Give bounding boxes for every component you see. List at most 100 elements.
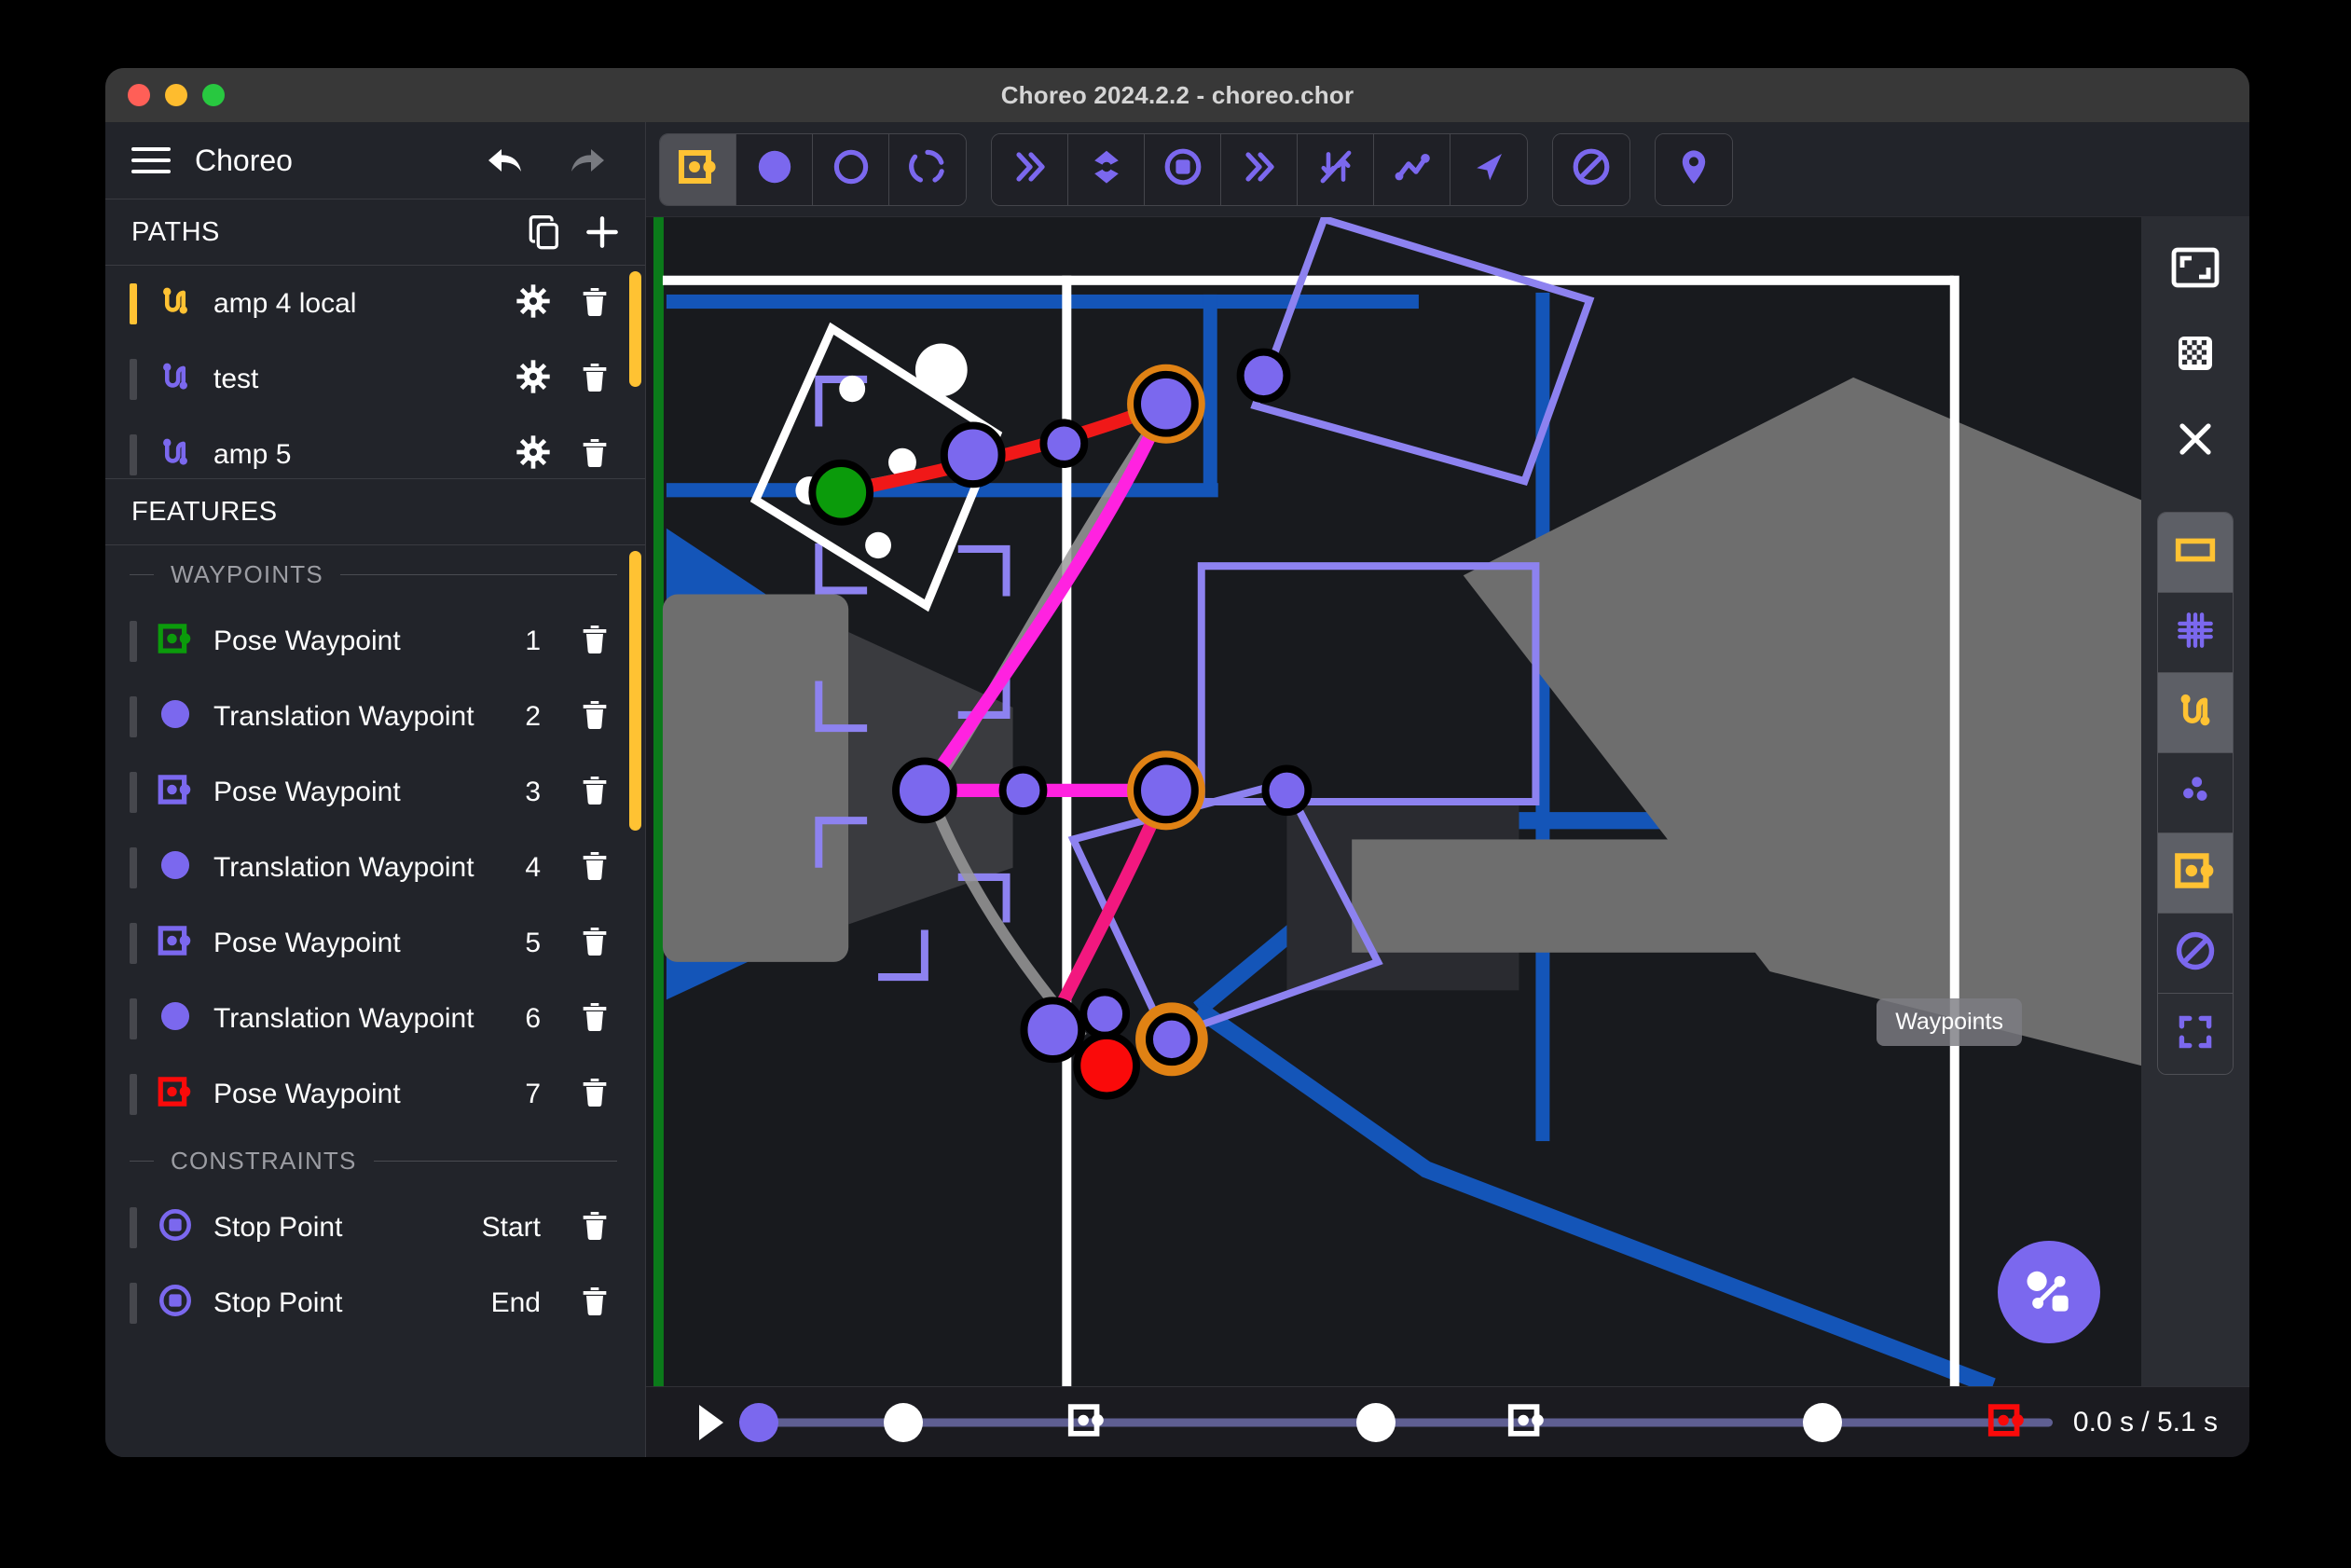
samples-toggle[interactable] — [2158, 753, 2233, 833]
path-delete-icon[interactable] — [576, 282, 613, 324]
close-icon[interactable] — [2165, 413, 2226, 465]
empty-waypoint-button[interactable] — [813, 133, 889, 205]
timeline-dot — [1803, 1402, 1843, 1442]
toolbar-group — [659, 132, 967, 206]
features-scrollbar-thumb[interactable] — [629, 551, 641, 831]
waypoint-index: 2 — [525, 700, 541, 732]
toolbar-group — [1655, 132, 1733, 206]
no-rotation-icon — [1313, 144, 1358, 194]
paths-section-header: PATHS — [105, 199, 645, 266]
timeline-marker-translation[interactable] — [884, 1402, 924, 1442]
field-canvas[interactable]: Waypoints — [646, 217, 2141, 1386]
field-view-toggle[interactable] — [2158, 513, 2233, 593]
waypoint-row[interactable]: Pose Waypoint 1 — [105, 603, 645, 679]
waypoint-row[interactable]: Pose Waypoint 3 — [105, 754, 645, 830]
waypoint-delete-icon[interactable] — [576, 695, 613, 737]
constraint-delete-icon[interactable] — [576, 1282, 613, 1324]
path-delete-icon[interactable] — [576, 358, 613, 400]
timeline-marker-pose[interactable] — [1066, 1398, 1108, 1446]
path-settings-icon[interactable] — [515, 433, 552, 475]
path-settings-icon[interactable] — [515, 282, 552, 324]
constraint-delete-icon[interactable] — [576, 1206, 613, 1248]
maximize-window-button[interactable] — [202, 84, 225, 106]
path-name: test — [213, 363, 259, 394]
waypoint-delete-icon[interactable] — [576, 771, 613, 813]
toolbar-group — [1552, 132, 1630, 206]
waypoint-delete-icon[interactable] — [576, 922, 613, 964]
constraint-row[interactable]: Stop Point Start — [105, 1190, 645, 1265]
waypoint-row[interactable]: Pose Waypoint 5 — [105, 905, 645, 981]
path-settings-icon[interactable] — [515, 358, 552, 400]
trajectory-toggle[interactable] — [2158, 673, 2233, 753]
sample-dot-c — [998, 765, 1048, 816]
add-path-button[interactable] — [582, 212, 623, 253]
timeline-marker-playhead[interactable] — [739, 1402, 779, 1442]
play-button[interactable] — [683, 1403, 739, 1442]
right-rail — [2141, 217, 2249, 1386]
waypoints-toggle[interactable] — [2158, 833, 2233, 914]
path-delete-icon[interactable] — [576, 433, 613, 475]
minimize-window-button[interactable] — [165, 84, 187, 106]
app-name-label: Choreo — [195, 143, 293, 177]
focus-bounds-toggle[interactable] — [2158, 994, 2233, 1074]
generate-path-button[interactable] — [1998, 1241, 2100, 1343]
waypoint-type-icon — [156, 619, 195, 663]
timeline-track[interactable] — [739, 1387, 2053, 1458]
keep-out-circle-button[interactable] — [1553, 133, 1629, 205]
field-render — [646, 217, 2141, 1386]
waypoint-index: 6 — [525, 1002, 541, 1034]
zero-velocity-button[interactable] — [1374, 133, 1450, 205]
duplicate-icon[interactable] — [526, 213, 563, 251]
max-velocity-button[interactable] — [992, 133, 1068, 205]
top-toolbar — [646, 122, 2249, 217]
waypoint-delete-icon[interactable] — [576, 620, 613, 662]
waypoint-2-translation — [940, 421, 1006, 488]
waypoint-7-pose-end — [1073, 1031, 1141, 1100]
zoom-to-fit-icon[interactable] — [2165, 241, 2226, 294]
point-at-button[interactable] — [1450, 133, 1527, 205]
waypoint-row[interactable]: Translation Waypoint 6 — [105, 981, 645, 1056]
stop-point-button[interactable] — [1145, 133, 1221, 205]
paths-list[interactable]: amp 4 localtestamp 5source 4 — [105, 266, 645, 478]
path-row[interactable]: amp 4 local — [105, 266, 645, 341]
features-list[interactable]: WAYPOINTS Pose Waypoint 1 Translation Wayp… — [105, 545, 645, 1457]
translation-waypoint-button[interactable] — [736, 133, 813, 205]
point-at-icon — [1466, 144, 1511, 194]
guess-waypoint-button[interactable] — [889, 133, 966, 205]
close-window-button[interactable] — [128, 84, 150, 106]
waypoint-row[interactable]: Pose Waypoint 7 — [105, 1056, 645, 1132]
waypoint-delete-icon[interactable] — [576, 997, 613, 1039]
timeline-marker-translation[interactable] — [1356, 1402, 1396, 1442]
map-pin-button[interactable] — [1656, 133, 1732, 205]
pose-waypoint-button[interactable] — [660, 133, 736, 205]
waypoint-bar — [130, 846, 137, 888]
path-row[interactable]: amp 5 — [105, 417, 645, 478]
timeline-marker-translation[interactable] — [1803, 1402, 1843, 1442]
waypoint-row[interactable]: Translation Waypoint 4 — [105, 830, 645, 905]
max-acceleration-button[interactable] — [1068, 133, 1145, 205]
paths-scrollbar-thumb[interactable] — [629, 271, 641, 387]
timeline-marker-pose-end[interactable] — [1986, 1398, 2028, 1446]
constraint-row[interactable]: Stop Point End — [105, 1265, 645, 1341]
waypoint-type-icon — [156, 695, 195, 738]
checkerboard-icon[interactable] — [2165, 327, 2226, 379]
waypoint-row[interactable]: Translation Waypoint 2 — [105, 679, 645, 754]
obstacles-toggle[interactable] — [2158, 914, 2233, 994]
hamburger-menu-icon[interactable] — [131, 147, 171, 173]
waypoint-delete-icon[interactable] — [576, 846, 613, 888]
waypoint-label: Translation Waypoint — [213, 851, 474, 883]
undo-redo-group — [481, 142, 612, 179]
waypoint-label: Translation Waypoint — [213, 700, 474, 732]
path-row[interactable]: test — [105, 341, 645, 417]
max-angular-velocity-button[interactable] — [1221, 133, 1298, 205]
path-icon — [156, 433, 195, 476]
grid-toggle[interactable] — [2158, 593, 2233, 673]
grid-icon — [2172, 607, 2219, 658]
waypoint-delete-icon[interactable] — [576, 1073, 613, 1115]
redo-icon[interactable] — [567, 142, 612, 179]
obstacles-icon — [2172, 928, 2219, 979]
no-rotation-button[interactable] — [1298, 133, 1374, 205]
path-selected-bar — [130, 358, 137, 400]
undo-icon[interactable] — [481, 142, 526, 179]
timeline-marker-pose[interactable] — [1505, 1398, 1548, 1446]
